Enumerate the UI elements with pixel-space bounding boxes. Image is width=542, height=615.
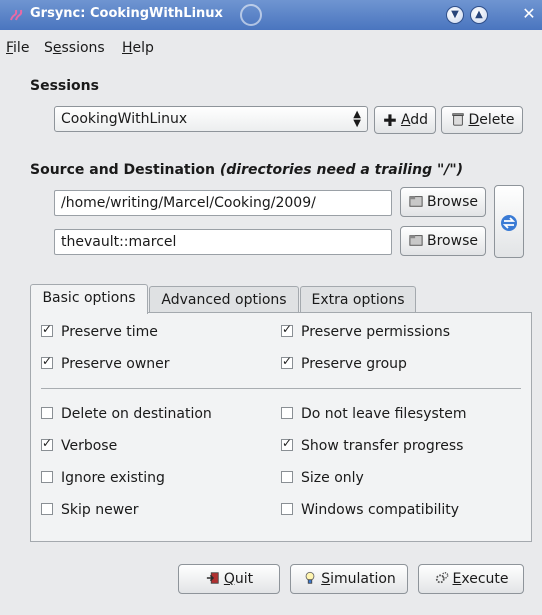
session-select[interactable]: CookingWithLinux ▲ ▼ <box>54 106 368 132</box>
simulation-button[interactable]: Simulation <box>290 564 408 594</box>
source-input[interactable] <box>55 191 391 215</box>
preserve-owner-option[interactable]: Preserve owner <box>41 354 170 372</box>
browse-source-button[interactable]: Browse <box>400 187 486 217</box>
windows-compatibility-option[interactable]: Windows compatibility <box>281 502 459 518</box>
destination-field[interactable] <box>54 229 392 255</box>
grsync-icon <box>10 9 23 21</box>
verbose-checkbox[interactable] <box>41 436 53 451</box>
preserve-owner-checkbox[interactable] <box>41 354 53 369</box>
folder-icon <box>409 235 423 246</box>
add-session-button[interactable]: ✚ Add <box>374 106 436 134</box>
trailing-slash-hint: (directories need a trailing "/") <box>219 162 464 178</box>
lightbulb-icon <box>305 571 315 584</box>
sessions-heading: Sessions <box>30 78 99 94</box>
ignore-existing-checkbox[interactable] <box>41 471 53 483</box>
do-not-leave-filesystem-checkbox[interactable] <box>281 407 293 419</box>
execute-button[interactable]: Execute <box>418 564 524 594</box>
menu-help[interactable]: Help <box>122 40 154 56</box>
menu-file[interactable]: File <box>6 40 29 56</box>
folder-icon <box>409 196 423 207</box>
gears-icon <box>435 572 448 584</box>
skip-newer-checkbox[interactable] <box>41 503 53 515</box>
ignore-existing-option[interactable]: Ignore existing <box>41 470 165 486</box>
size-only-checkbox[interactable] <box>281 471 293 483</box>
tab-extra-options[interactable]: Extra options <box>300 286 416 314</box>
preserve-permissions-option[interactable]: Preserve permissions <box>281 322 450 340</box>
swap-source-destination-button[interactable] <box>494 185 524 258</box>
maximize-button[interactable]: ▲ <box>470 6 488 24</box>
tab-basic-options[interactable]: Basic options <box>30 284 148 314</box>
exit-icon <box>206 572 219 584</box>
delete-on-destination-option[interactable]: Delete on destination <box>41 406 212 422</box>
menu-bar: File Sessions Help <box>0 40 542 62</box>
options-divider <box>41 388 521 389</box>
verbose-option[interactable]: Verbose <box>41 436 117 454</box>
preserve-time-checkbox[interactable] <box>41 322 53 337</box>
preserve-group-checkbox[interactable] <box>281 354 293 369</box>
delete-session-button[interactable]: Delete <box>441 106 523 134</box>
close-button[interactable]: ✕ <box>520 5 538 23</box>
browse-destination-button[interactable]: Browse <box>400 226 486 256</box>
swap-arrows-icon <box>501 215 517 231</box>
session-select-value: CookingWithLinux <box>61 111 188 127</box>
menu-sessions[interactable]: Sessions <box>44 40 105 56</box>
size-only-option[interactable]: Size only <box>281 470 364 486</box>
tab-advanced-options[interactable]: Advanced options <box>149 286 299 314</box>
show-transfer-progress-checkbox[interactable] <box>281 436 293 451</box>
title-bar[interactable]: Grsync: CookingWithLinux ▼ ▲ ✕ <box>0 0 542 30</box>
basic-options-panel: Preserve time Preserve permissions Prese… <box>30 312 532 542</box>
delete-on-destination-checkbox[interactable] <box>41 407 53 419</box>
source-field[interactable] <box>54 190 392 216</box>
do-not-leave-filesystem-option[interactable]: Do not leave filesystem <box>281 406 467 422</box>
trash-icon <box>451 113 464 126</box>
destination-input[interactable] <box>55 230 391 254</box>
show-transfer-progress-option[interactable]: Show transfer progress <box>281 436 463 454</box>
preserve-permissions-checkbox[interactable] <box>281 322 293 337</box>
updown-arrow-icon: ▲ ▼ <box>353 109 361 129</box>
quit-button[interactable]: Quit <box>178 564 280 594</box>
minimize-button[interactable]: ▼ <box>446 6 464 24</box>
swirl-icon <box>240 4 262 26</box>
preserve-group-option[interactable]: Preserve group <box>281 354 407 372</box>
preserve-time-option[interactable]: Preserve time <box>41 322 158 340</box>
windows-compatibility-checkbox[interactable] <box>281 503 293 515</box>
window-title: Grsync: CookingWithLinux <box>30 6 223 21</box>
source-destination-heading: Source and Destination (directories need… <box>30 162 464 178</box>
plus-icon: ✚ <box>383 111 397 130</box>
skip-newer-option[interactable]: Skip newer <box>41 502 139 518</box>
